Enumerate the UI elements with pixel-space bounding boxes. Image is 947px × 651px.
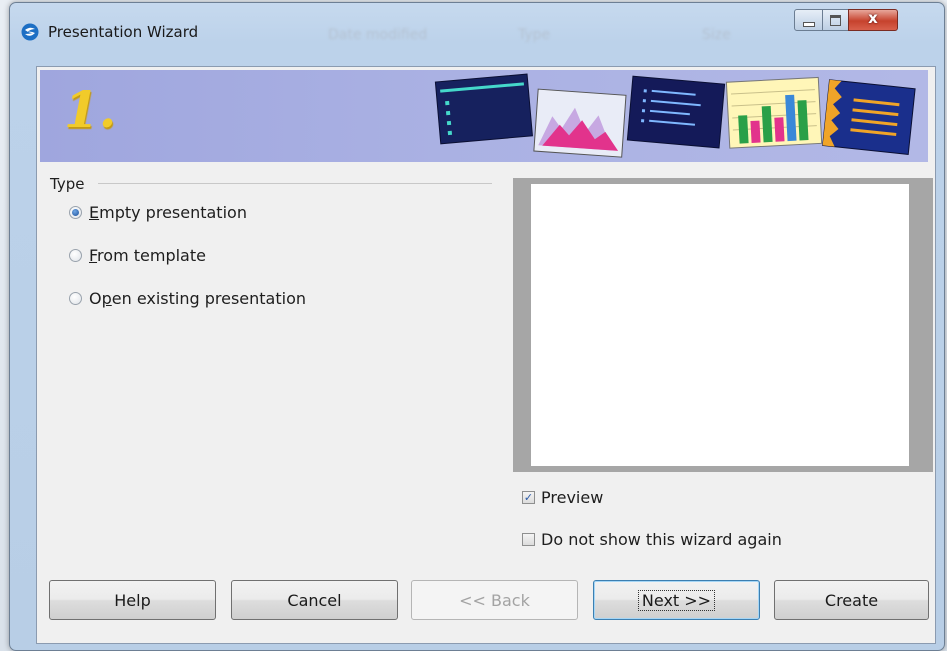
cancel-button[interactable]: Cancel xyxy=(231,580,398,620)
radio-from-template[interactable]: From template xyxy=(69,246,206,265)
preview-canvas xyxy=(531,184,909,466)
help-button[interactable]: Help xyxy=(49,580,216,620)
do-not-show-checkbox-row[interactable]: Do not show this wizard again xyxy=(522,530,782,549)
minimize-icon xyxy=(803,22,815,27)
presentation-wizard-window: Presentation Wizard Date modified Type S… xyxy=(9,2,945,651)
window-title: Presentation Wizard xyxy=(48,23,199,41)
create-button[interactable]: Create xyxy=(774,580,929,620)
preview-checkbox-row[interactable]: ✓ Preview xyxy=(522,488,603,507)
wizard-banner: 1. xyxy=(40,70,928,162)
radio-button[interactable] xyxy=(69,292,82,305)
close-button[interactable]: x xyxy=(848,9,898,31)
app-logo-icon xyxy=(21,23,39,41)
type-group-label: Type xyxy=(50,175,85,193)
radio-button-selected[interactable] xyxy=(69,206,82,219)
minimize-button[interactable] xyxy=(794,9,823,31)
maximize-icon xyxy=(830,15,841,26)
maximize-button[interactable] xyxy=(822,9,849,31)
radio-open-existing-label: Open existing presentation xyxy=(89,289,307,308)
preview-checkbox-label: Preview xyxy=(541,488,604,507)
radio-from-template-label: From template xyxy=(89,246,206,265)
slide-thumbnail-icons xyxy=(434,73,916,158)
preview-frame xyxy=(513,178,933,472)
radio-button[interactable] xyxy=(69,249,82,262)
radio-open-existing-presentation[interactable]: Open existing presentation xyxy=(69,289,306,308)
background-column-size: Size xyxy=(702,27,731,43)
next-button[interactable]: Next >> xyxy=(593,580,760,620)
background-column-type: Type xyxy=(518,27,551,43)
background-column-date-modified: Date modified xyxy=(328,27,428,43)
do-not-show-checkbox[interactable] xyxy=(522,533,535,546)
wizard-body: 1. Type Empty presentation From template… xyxy=(36,66,936,644)
preview-checkbox[interactable]: ✓ xyxy=(522,491,535,504)
back-button[interactable]: << Back xyxy=(411,580,578,620)
type-group-divider xyxy=(98,183,492,184)
step-number: 1. xyxy=(64,80,117,139)
close-icon: x xyxy=(868,9,878,27)
title-bar[interactable]: Presentation Wizard Date modified Type S… xyxy=(10,3,944,47)
radio-empty-presentation-label: Empty presentation xyxy=(89,203,247,222)
radio-empty-presentation[interactable]: Empty presentation xyxy=(69,203,247,222)
do-not-show-checkbox-label: Do not show this wizard again xyxy=(541,530,782,549)
